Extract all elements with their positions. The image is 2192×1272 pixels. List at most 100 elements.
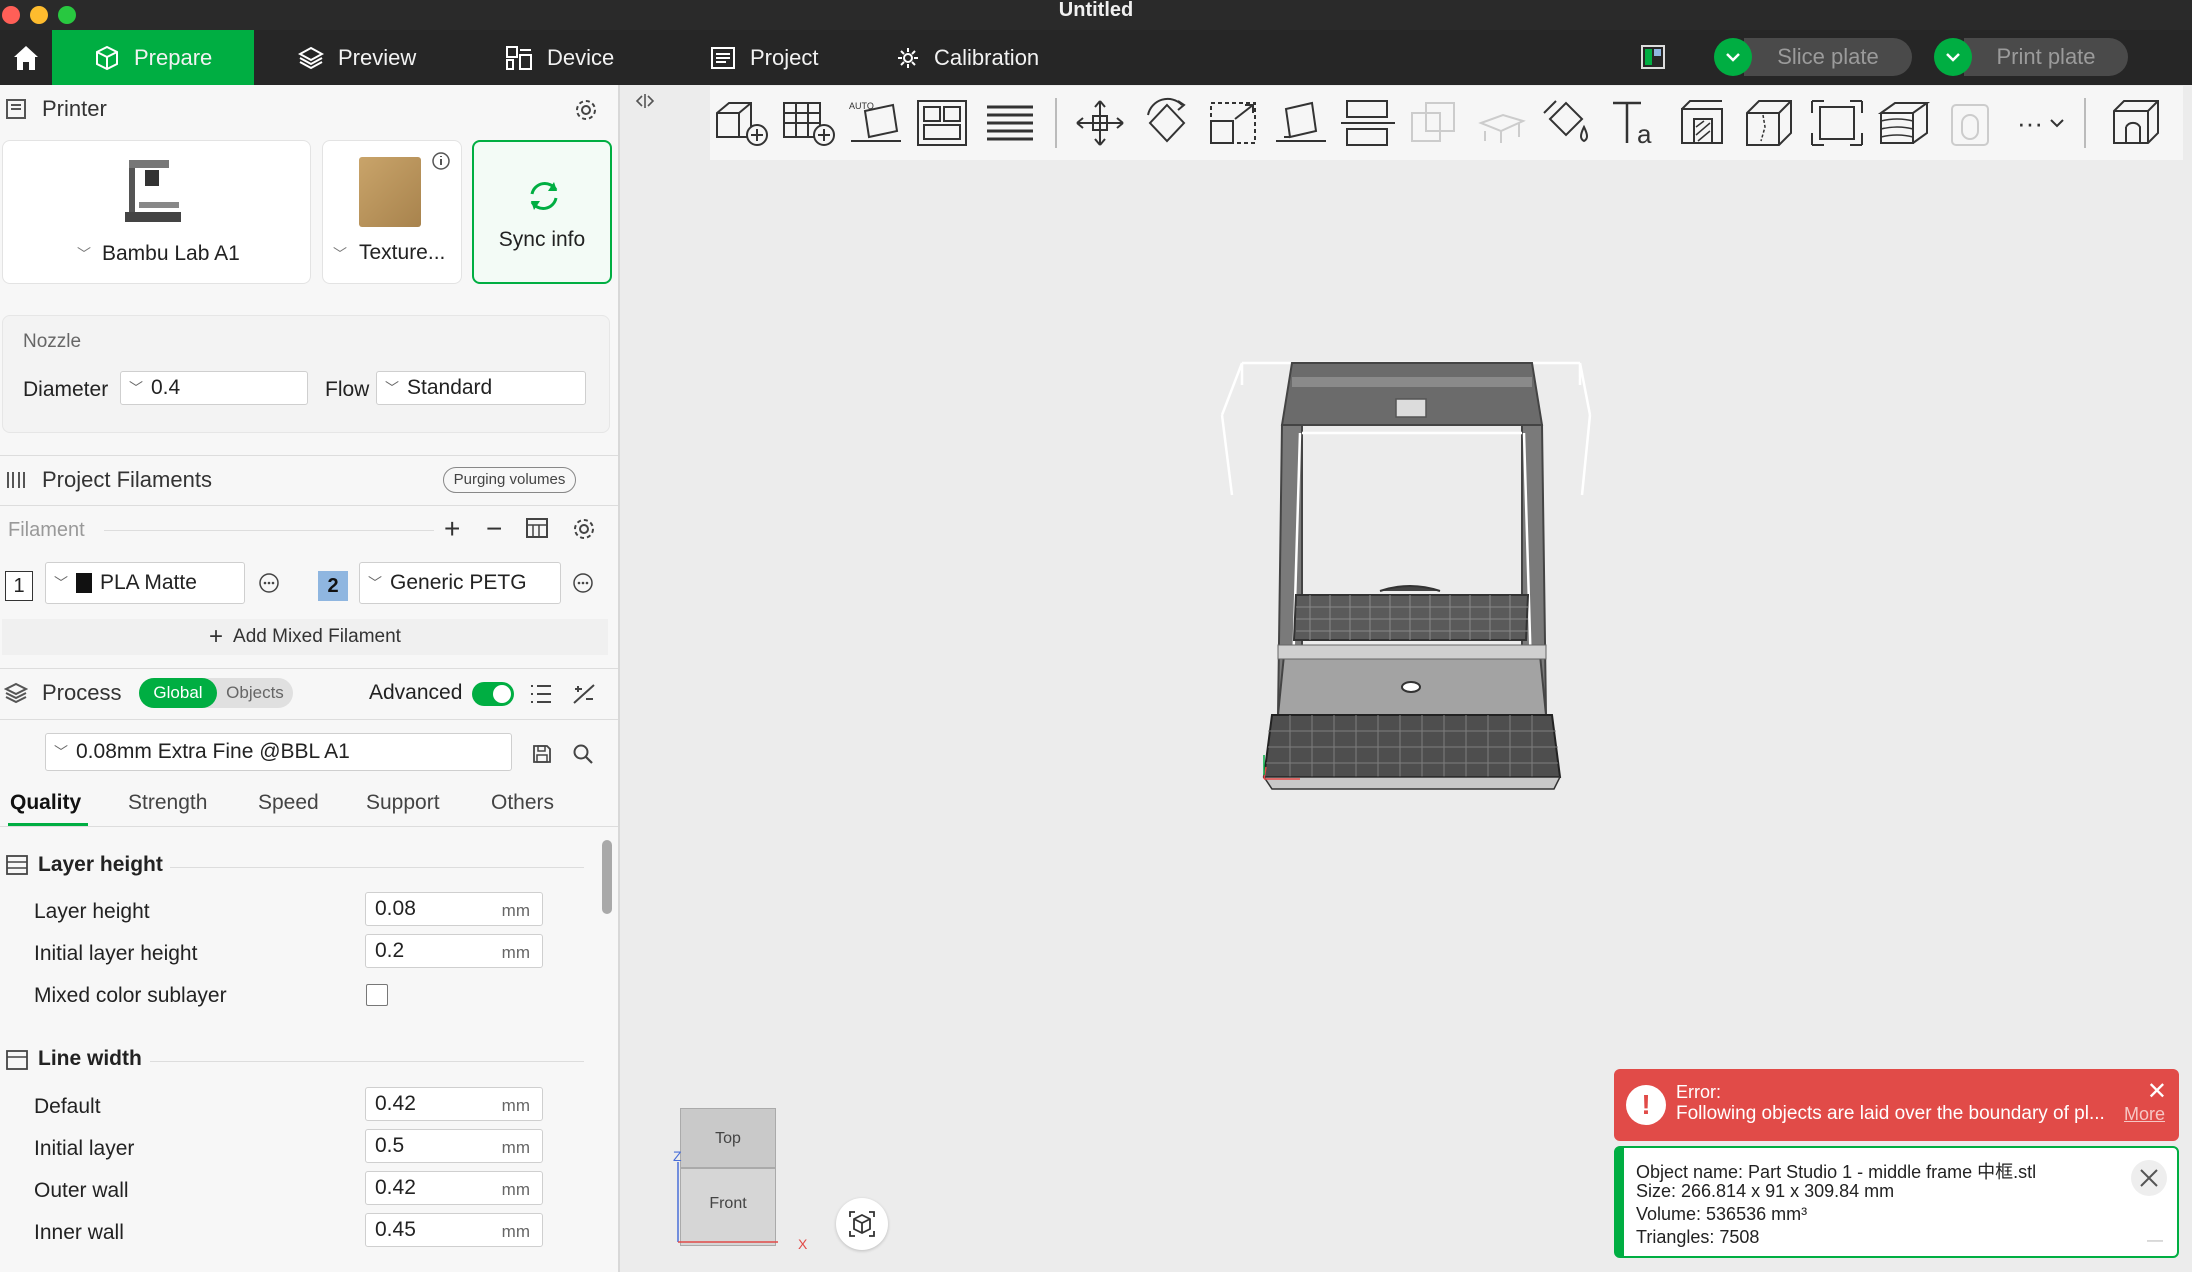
filament-2-index[interactable]: 2 — [318, 571, 348, 601]
text-button[interactable]: a — [1607, 94, 1665, 152]
move-icon — [1076, 100, 1124, 146]
filament-1-index[interactable]: 1 — [5, 571, 33, 601]
filament-2-select[interactable]: ﹀ Generic PETG — [359, 562, 561, 604]
tab-prepare[interactable]: Prepare — [52, 30, 254, 85]
divider — [0, 505, 618, 506]
color-paint-button[interactable] — [1540, 94, 1598, 152]
filament-sync-icon[interactable] — [525, 517, 551, 541]
close-info-button[interactable] — [2131, 1160, 2167, 1196]
add-mixed-filament-button[interactable]: + Add Mixed Filament — [2, 619, 608, 655]
measure-button[interactable] — [1808, 94, 1866, 152]
print-plate-button[interactable]: Print plate — [1934, 38, 2128, 76]
layer-height-group-icon — [6, 855, 28, 875]
cut-button[interactable] — [1339, 94, 1397, 152]
tab-support-label: Support — [366, 791, 440, 814]
assembly-view-button[interactable] — [2110, 94, 2168, 152]
plate-card[interactable]: ﹀ Texture... — [322, 140, 462, 284]
home-button[interactable] — [0, 30, 52, 85]
initial-layer-height-input[interactable]: 0.2 mm — [365, 934, 543, 968]
support-paint-icon — [1478, 113, 1526, 143]
process-preset-select[interactable]: ﹀ 0.08mm Extra Fine @BBL A1 — [45, 733, 512, 771]
add-object-button[interactable] — [713, 94, 771, 152]
search-icon[interactable] — [572, 743, 594, 765]
tab-strength[interactable]: Strength — [128, 791, 207, 815]
move-button[interactable] — [1071, 94, 1129, 152]
print-plate-dropdown[interactable] — [1934, 38, 1972, 76]
close-error-button[interactable]: ✕ — [2147, 1077, 2167, 1106]
objects-toggle-option[interactable]: Objects — [217, 678, 293, 708]
chevron-down-icon: ﹀ — [54, 575, 68, 591]
diameter-select[interactable]: ﹀ 0.4 — [120, 371, 308, 405]
assembly-button[interactable] — [1942, 94, 2000, 152]
filament-2-more-icon[interactable] — [572, 572, 594, 594]
emboss-button[interactable] — [1674, 94, 1732, 152]
auto-orient-button[interactable]: AUTO — [847, 94, 905, 152]
reset-view-icon — [849, 1211, 875, 1237]
layout-toggle-button[interactable] — [1640, 44, 1666, 70]
tab-speed[interactable]: Speed — [258, 791, 319, 815]
layer-height-label: Layer height — [34, 900, 150, 923]
support-paint-button[interactable] — [1473, 94, 1531, 152]
reset-view-button[interactable] — [836, 1198, 888, 1250]
filament-settings-gear-icon[interactable] — [572, 517, 596, 541]
tab-preview[interactable]: Preview — [298, 30, 416, 85]
variable-layer-height-button[interactable] — [1875, 94, 1933, 152]
global-toggle-option[interactable]: Global — [139, 678, 217, 708]
unit-label: mm — [501, 1222, 530, 1241]
cut-icon — [1341, 100, 1395, 146]
tab-device[interactable]: Device — [505, 30, 614, 85]
initial-layer-line-width-input[interactable]: 0.5 mm — [365, 1129, 543, 1163]
error-message: Following objects are laid over the boun… — [1676, 1103, 2105, 1124]
list-view-icon[interactable] — [529, 683, 553, 705]
lay-on-face-button[interactable] — [1272, 94, 1330, 152]
tab-calibration[interactable]: Calibration — [896, 30, 1039, 85]
slice-plate-dropdown[interactable] — [1714, 38, 1752, 76]
more-tools-button[interactable]: ··· — [2009, 94, 2073, 152]
add-plate-button[interactable] — [780, 94, 838, 152]
arrange-button[interactable] — [914, 94, 972, 152]
outer-wall-line-width-input[interactable]: 0.42 mm — [365, 1171, 543, 1205]
split-layers-button[interactable] — [981, 94, 1039, 152]
add-filament-button[interactable]: + — [444, 513, 460, 545]
tab-quality[interactable]: Quality — [10, 791, 81, 815]
filament-1-select[interactable]: ﹀ PLA Matte — [45, 562, 245, 604]
tab-support[interactable]: Support — [366, 791, 440, 815]
divider — [0, 826, 618, 827]
add-cube-icon — [716, 102, 768, 146]
remove-filament-button[interactable]: − — [486, 513, 502, 545]
tab-others[interactable]: Others — [491, 791, 554, 815]
tab-project[interactable]: Project — [710, 30, 818, 85]
unit-label: mm — [501, 901, 530, 920]
slice-plate-button[interactable]: Slice plate — [1714, 38, 1912, 76]
error-alert-icon: ! — [1626, 1085, 1666, 1125]
unit-label: mm — [501, 943, 530, 962]
info-icon[interactable] — [431, 151, 451, 171]
filament-1-more-icon[interactable] — [258, 572, 280, 594]
initial-layer-line-width-label: Initial layer — [34, 1137, 135, 1160]
compare-icon[interactable] — [572, 683, 596, 705]
sync-info-button[interactable]: Sync info — [472, 140, 612, 284]
settings-scrollbar[interactable] — [602, 840, 612, 914]
mixed-color-sublayer-checkbox[interactable] — [366, 984, 388, 1006]
save-preset-icon[interactable] — [531, 743, 553, 765]
rotate-button[interactable] — [1138, 94, 1196, 152]
object-triangles-text: Triangles: 7508 — [1636, 1227, 1760, 1247]
printer-settings-gear-icon[interactable] — [574, 98, 598, 122]
flow-select[interactable]: ﹀ Standard — [376, 371, 586, 405]
purging-volumes-button[interactable]: Purging volumes — [443, 467, 576, 493]
inner-wall-line-width-label: Inner wall — [34, 1221, 124, 1244]
advanced-switch[interactable] — [472, 682, 514, 706]
scale-button[interactable] — [1205, 94, 1263, 152]
seam-paint-button[interactable] — [1741, 94, 1799, 152]
3d-model-render[interactable] — [1220, 355, 1600, 795]
global-objects-toggle[interactable]: Global Objects — [139, 678, 293, 708]
inner-wall-line-width-input[interactable]: 0.45 mm — [365, 1213, 543, 1247]
minimize-info-button[interactable]: — — [2147, 1232, 2163, 1250]
collapse-sidebar-icon[interactable] — [634, 92, 656, 110]
default-line-width-input[interactable]: 0.42 mm — [365, 1087, 543, 1121]
boolean-button[interactable] — [1406, 94, 1464, 152]
error-more-link[interactable]: More — [2124, 1104, 2165, 1125]
layer-height-input[interactable]: 0.08 mm — [365, 892, 543, 926]
object-volume-text: Volume: 536536 mm³ — [1636, 1204, 1808, 1224]
filament-1-index-text: 1 — [13, 575, 25, 597]
